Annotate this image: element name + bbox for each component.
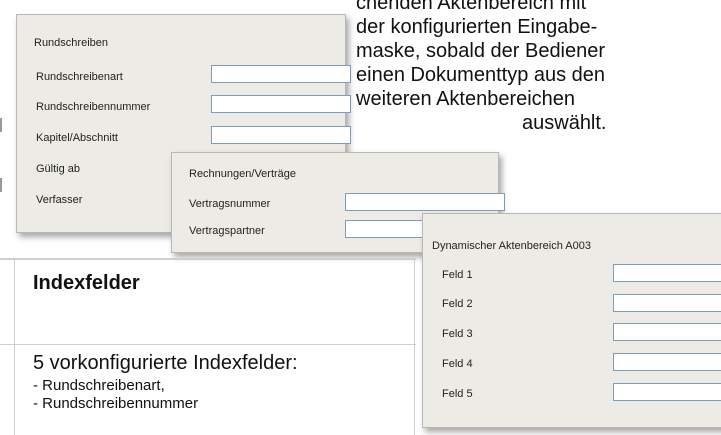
prose-line-4: einen Dokumenttyp aus den xyxy=(356,64,606,86)
field-label: Rundschreibennummer xyxy=(36,101,151,113)
list-item: - Rundschreibennummer xyxy=(33,395,199,412)
prose-line-1-text: chenden Aktenbereich mit xyxy=(356,0,587,14)
field-label: Feld 4 xyxy=(442,358,473,370)
rundschreibenart-field[interactable] xyxy=(211,65,351,83)
field-label: Feld 2 xyxy=(442,298,473,310)
field-label: Vertragspartner xyxy=(189,225,265,237)
description-text: chenden Aktenbereich mit der konfigurier… xyxy=(356,0,713,135)
prose-line-5-word-b: Aktenbereichen xyxy=(436,88,576,110)
field-label: Feld 1 xyxy=(442,269,473,281)
rundschreibennummer-field[interactable] xyxy=(211,95,351,113)
prose-line-1: chenden Aktenbereich mit xyxy=(356,0,713,15)
table-header: Indexfelder xyxy=(33,272,140,294)
edge-mark xyxy=(0,118,6,132)
prose-line-3: maske, sobald der Bediener xyxy=(356,40,606,62)
feld-3-field[interactable] xyxy=(613,323,721,341)
feld-2-field[interactable] xyxy=(613,294,721,312)
feld-4-field[interactable] xyxy=(613,353,721,371)
field-label: Feld 3 xyxy=(442,328,473,340)
field-label: Feld 5 xyxy=(442,388,473,400)
panel-title: Dynamischer Aktenbereich A003 xyxy=(432,240,591,252)
feld-5-field[interactable] xyxy=(613,383,721,401)
list-item: - Rundschreibenart, xyxy=(33,377,165,394)
kapitel-abschnitt-field[interactable] xyxy=(211,126,351,144)
prose-line-5: weiteren Aktenbereichen xyxy=(356,87,696,111)
field-label: Gültig ab xyxy=(36,163,81,175)
field-label: Kapitel/Abschnitt xyxy=(36,132,118,144)
table-left-column xyxy=(0,260,15,435)
field-label: Vertragsnummer xyxy=(189,198,271,210)
field-label: Rundschreibenart xyxy=(36,71,123,83)
prose-line-5-word-a: weiteren xyxy=(356,88,432,110)
prose-line-6: auswählt. xyxy=(522,112,607,134)
edge-mark xyxy=(0,178,6,192)
vertragsnummer-field[interactable] xyxy=(345,193,505,211)
table-cell-main: 5 vorkonfigurierte Indexfelder: xyxy=(33,352,298,374)
index-fields-table: Indexfelder 5 vorkonfigurierte Indexfeld… xyxy=(0,258,416,435)
panel-dynamischer-aktenbereich: Dynamischer Aktenbereich A003 Feld 1 Fel… xyxy=(422,213,721,428)
table-right-border xyxy=(414,260,415,435)
feld-1-field[interactable] xyxy=(613,264,721,282)
prose-line-2: der konfigurierten Eingabe- xyxy=(356,16,598,38)
panel-title: Rechnungen/Verträge xyxy=(189,168,297,180)
panel-title: Rundschreiben xyxy=(34,37,108,49)
field-label: Verfasser xyxy=(36,194,83,206)
table-row-separator xyxy=(0,344,416,345)
